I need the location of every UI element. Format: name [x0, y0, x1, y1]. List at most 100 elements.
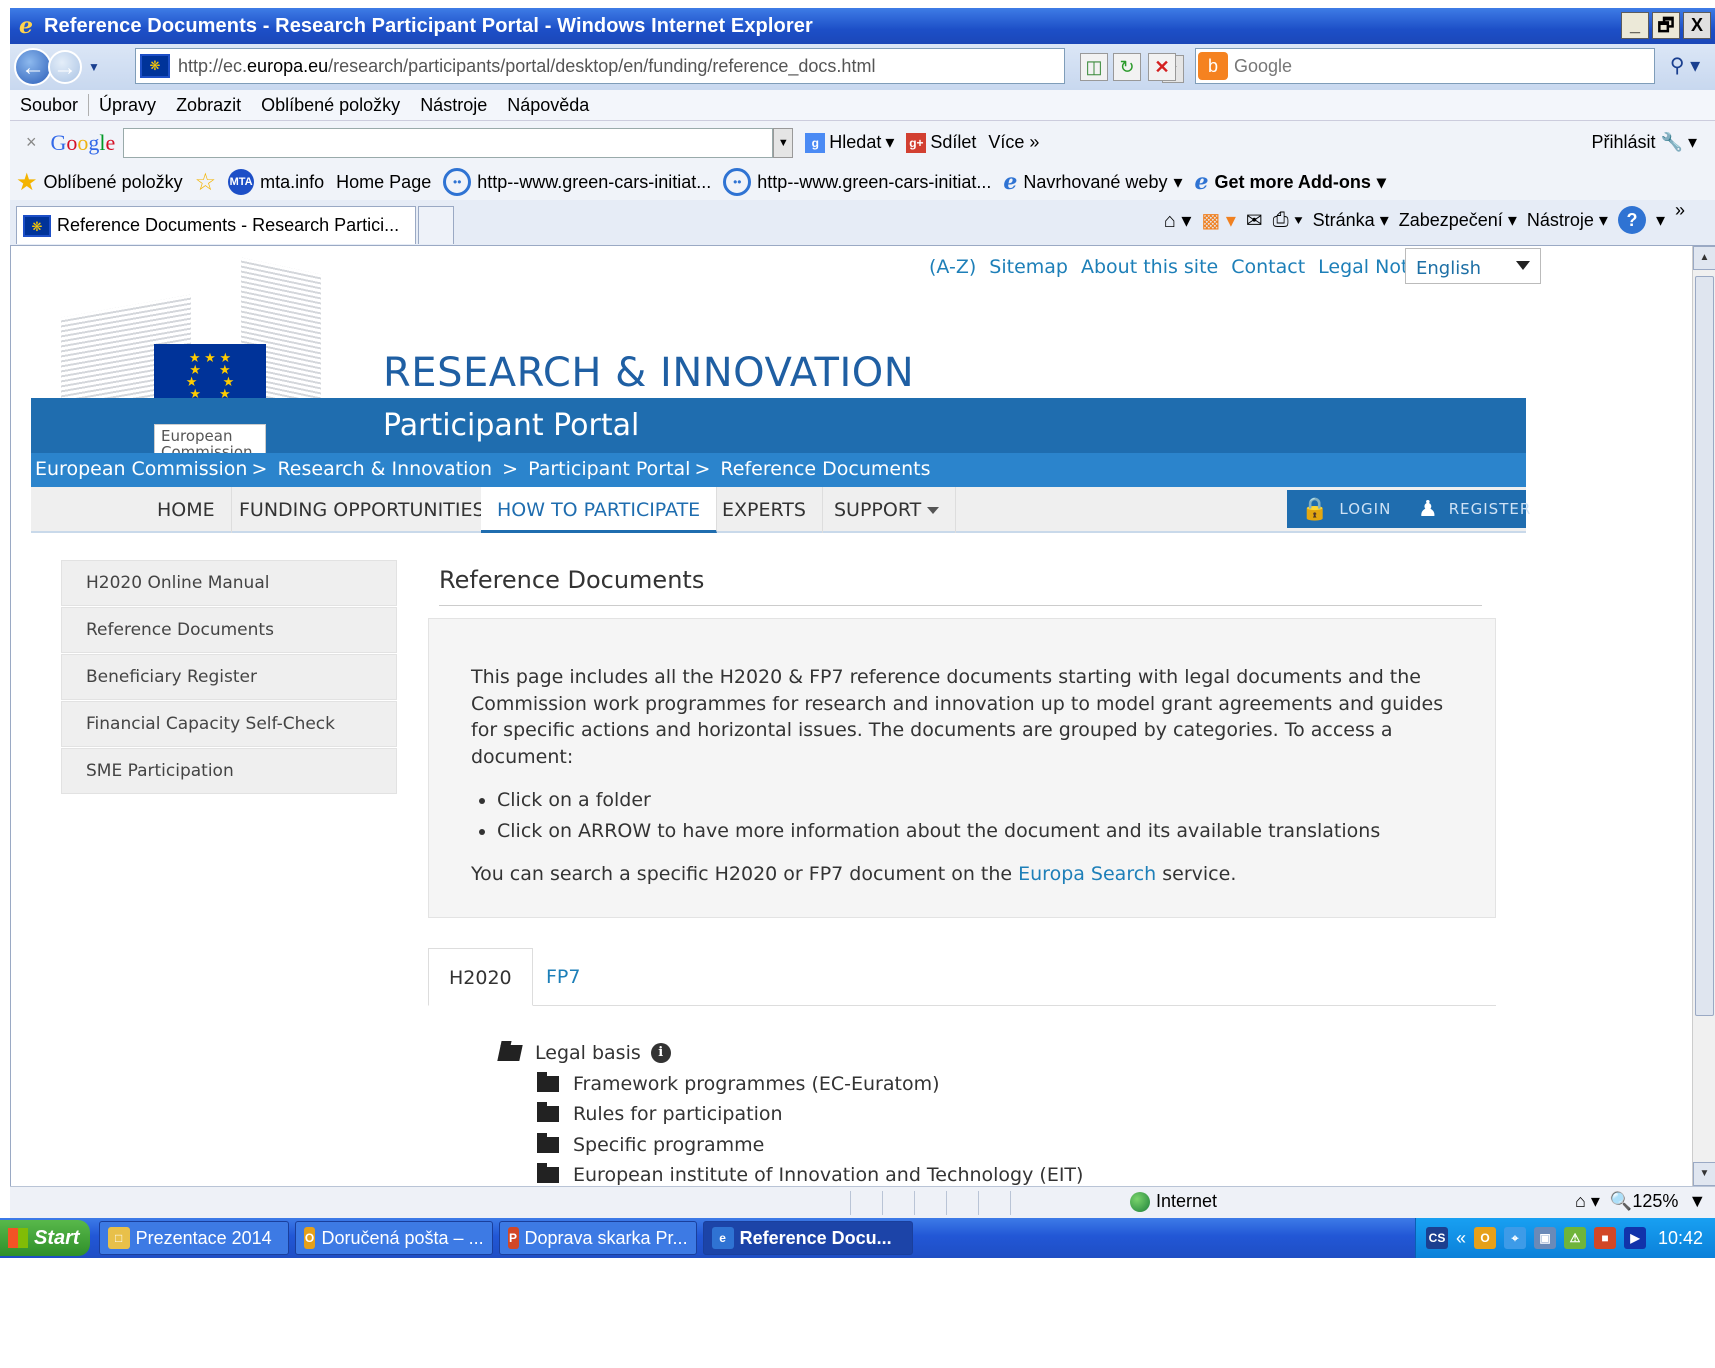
side-item-reference-documents[interactable]: Reference Documents — [61, 607, 397, 653]
outlook-icon: O — [303, 1227, 316, 1249]
europa-search-link[interactable]: Europa Search — [1018, 863, 1156, 885]
minimize-button[interactable]: _ — [1621, 12, 1649, 39]
link-a-z[interactable]: (A-Z) — [929, 256, 976, 278]
task-reference-documents[interactable]: e Reference Docu... — [702, 1221, 913, 1255]
start-button[interactable]: Start — [0, 1220, 90, 1256]
close-toolbar-icon[interactable]: × — [26, 132, 37, 153]
side-item-financial-capacity[interactable]: Financial Capacity Self-Check — [61, 701, 397, 747]
menu-view[interactable]: Zobrazit — [176, 95, 241, 116]
nav-home[interactable]: HOME — [141, 487, 232, 533]
history-dropdown-icon[interactable]: ▼ — [88, 60, 100, 74]
fav-green-cars-1[interactable]: •• http--www.green-cars-initiat... — [443, 168, 711, 196]
feeds-icon[interactable]: ▩ ▾ — [1201, 208, 1236, 233]
task-powerpoint[interactable]: P Doprava skarka Pr... — [498, 1221, 697, 1255]
tree-folder[interactable]: European institute of Innovation and Tec… — [537, 1160, 1083, 1186]
tab-h2020[interactable]: H2020 — [428, 948, 533, 1006]
menu-edit[interactable]: Úpravy — [99, 95, 156, 116]
scroll-up-icon[interactable]: ▲ — [1693, 246, 1715, 270]
tree-label: European institute of Innovation and Tec… — [573, 1164, 1084, 1186]
tree-folder[interactable]: Specific programme — [537, 1130, 1083, 1161]
search-go-icon[interactable]: ⚲ ▾ — [1660, 50, 1710, 84]
language-select[interactable]: English — [1405, 248, 1541, 284]
side-item-online-manual[interactable]: H2020 Online Manual — [61, 560, 397, 606]
task-inbox[interactable]: O Doručená pošta – ... — [294, 1221, 493, 1255]
nav-funding-opportunities[interactable]: FUNDING OPPORTUNITIES — [223, 487, 502, 533]
windows-logo-icon — [8, 1228, 28, 1248]
restore-button[interactable]: 🗗 — [1652, 12, 1680, 39]
tab-fp7[interactable]: FP7 — [526, 948, 600, 1006]
stop-icon[interactable]: ✕ — [1148, 53, 1176, 81]
media-tray-icon[interactable]: ▶ — [1624, 1227, 1647, 1249]
link-sitemap[interactable]: Sitemap — [989, 256, 1068, 278]
link-contact[interactable]: Contact — [1231, 256, 1305, 278]
scroll-thumb[interactable] — [1695, 276, 1714, 1016]
tools-menu[interactable]: Nástroje ▾ — [1527, 210, 1608, 231]
app-tray-icon[interactable]: ■ — [1594, 1227, 1617, 1249]
link-about[interactable]: About this site — [1081, 256, 1218, 278]
favorites-button[interactable]: ★ Oblíbené položky — [16, 168, 183, 197]
protected-mode-icon[interactable]: ⌂ ▾ — [1575, 1191, 1600, 1212]
share-icon: g+ — [906, 132, 927, 153]
help-dropdown-icon[interactable]: ▾ — [1656, 210, 1665, 231]
menu-favorites[interactable]: Oblíbené položky — [261, 95, 400, 116]
google-search-dropdown-icon[interactable]: ▼ — [773, 127, 794, 158]
info-icon[interactable]: i — [650, 1043, 671, 1064]
print-icon[interactable]: ⎙ ▾ — [1273, 209, 1303, 232]
nav-support[interactable]: SUPPORT — [818, 487, 957, 533]
site-favicon-icon: ❋ — [23, 214, 51, 237]
fav-mta[interactable]: MTA mta.info — [228, 169, 324, 195]
tray-expand-icon[interactable]: « — [1456, 1228, 1466, 1249]
compatibility-view-icon[interactable]: ◫ — [1080, 53, 1108, 81]
menu-tools[interactable]: Nástroje — [420, 95, 487, 116]
google-search-input[interactable] — [123, 127, 774, 158]
google-search-button[interactable]: g Hledat ▾ — [805, 132, 894, 153]
help-icon[interactable]: ? — [1617, 206, 1646, 234]
breadcrumb-ec[interactable]: European Commission — [35, 458, 247, 480]
google-more-button[interactable]: Více » — [988, 132, 1039, 153]
scroll-down-icon[interactable]: ▼ — [1693, 1162, 1715, 1186]
task-presentation-folder[interactable]: □ Prezentace 2014 — [98, 1221, 289, 1255]
fav-green-cars-2[interactable]: •• http--www.green-cars-initiat... — [723, 168, 991, 196]
security-menu[interactable]: Zabezpečení ▾ — [1399, 210, 1517, 231]
command-bar-chevron[interactable]: » — [1675, 200, 1685, 221]
tree-folder[interactable]: Rules for participation — [537, 1099, 1083, 1130]
display-icon[interactable]: ▣ — [1534, 1227, 1557, 1249]
close-button[interactable]: X — [1683, 12, 1711, 39]
fav-suggested-sites[interactable]: e Navrhované weby ▾ — [1003, 169, 1182, 195]
zoom-level-button[interactable]: 🔍125% — [1610, 1191, 1678, 1212]
new-tab-button[interactable] — [418, 206, 454, 244]
page-menu[interactable]: Stránka ▾ — [1313, 210, 1389, 231]
home-icon[interactable]: ⌂ ▾ — [1164, 208, 1192, 233]
tree-label: Framework programmes (EC-Euratom) — [573, 1072, 940, 1095]
nav-experts[interactable]: EXPERTS — [706, 487, 823, 533]
add-favorite-button[interactable]: ☆ — [195, 168, 217, 197]
google-login-button[interactable]: Přihlásit 🔧 ▾ — [1591, 132, 1697, 153]
zoom-dropdown-icon[interactable]: ▼ — [1688, 1191, 1706, 1212]
tree-folder[interactable]: Framework programmes (EC-Euratom) — [537, 1069, 1083, 1100]
forward-button[interactable]: → — [48, 50, 82, 84]
fav-home-page[interactable]: Home Page — [336, 172, 431, 193]
menu-help[interactable]: Nápověda — [507, 95, 589, 116]
breadcrumb-portal[interactable]: Participant Portal — [528, 458, 690, 480]
refresh-icon[interactable]: ↻ — [1113, 53, 1141, 81]
mail-icon[interactable]: ✉ — [1246, 208, 1263, 233]
update-icon[interactable]: ⚠ — [1564, 1227, 1587, 1249]
address-input[interactable]: ❋ http://ec.europa.eu/research/participa… — [135, 48, 1184, 84]
breadcrumb-research[interactable]: Research & Innovation — [277, 458, 492, 480]
nav-how-to-participate[interactable]: HOW TO PARTICIPATE — [481, 487, 718, 533]
google-share-button[interactable]: g+ Sdílet — [906, 132, 976, 153]
register-button[interactable]: ♟ REGISTER — [1404, 490, 1530, 528]
back-button[interactable]: ← — [14, 48, 52, 86]
side-item-beneficiary-register[interactable]: Beneficiary Register — [61, 654, 397, 700]
side-item-sme-participation[interactable]: SME Participation — [61, 748, 397, 794]
language-indicator[interactable]: CS — [1426, 1227, 1448, 1249]
fav-get-addons[interactable]: e Get more Add-ons ▾ — [1195, 169, 1386, 195]
outlook-tray-icon[interactable]: O — [1474, 1227, 1497, 1249]
login-button[interactable]: 🔒 LOGIN — [1287, 490, 1406, 528]
network-icon[interactable]: ⌖ — [1504, 1227, 1527, 1249]
tree-folder-legal-basis[interactable]: Legal basis i — [497, 1038, 1083, 1069]
search-input[interactable]: b Google — [1195, 48, 1655, 84]
vertical-scrollbar[interactable]: ▲ ▼ — [1692, 246, 1715, 1186]
menu-file[interactable]: Soubor — [20, 95, 78, 116]
tab-reference-documents[interactable]: ❋ Reference Documents - Research Partici… — [16, 206, 416, 244]
